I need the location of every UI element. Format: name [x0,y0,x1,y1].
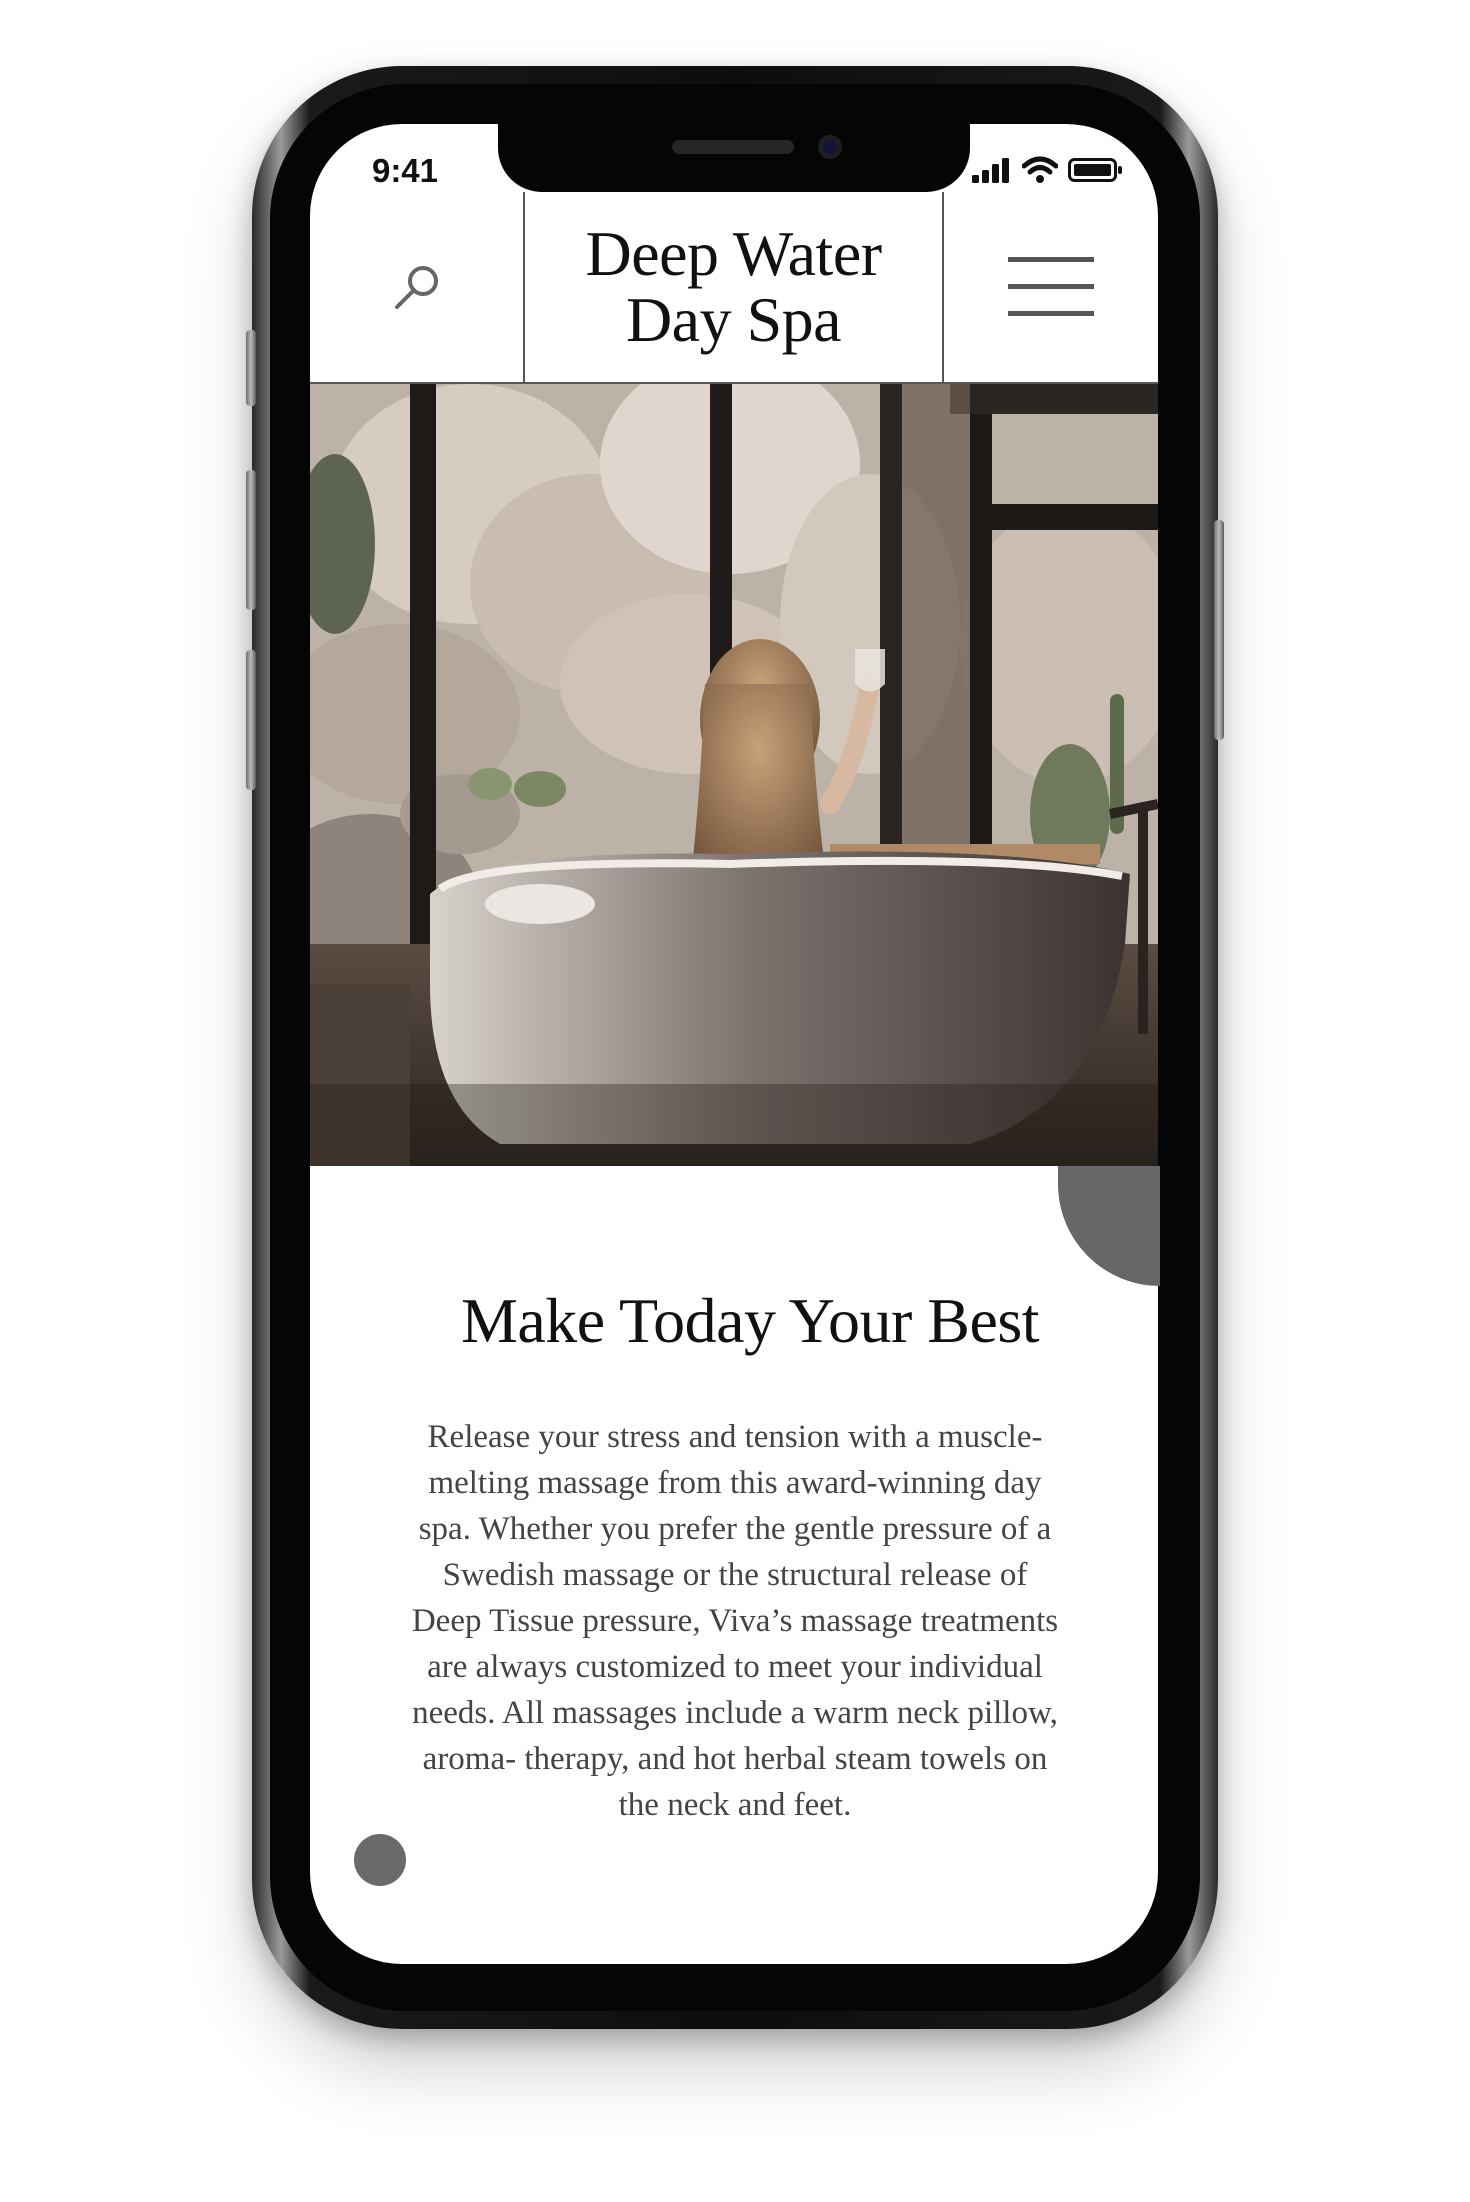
mute-switch [246,330,256,406]
decorative-dot [354,1834,406,1886]
wifi-icon [1022,156,1058,183]
woman-in-bathtub-photo [310,384,1158,1166]
phone-screen: 9:41 Deep Water Day Spa Make Today Your … [310,124,1158,1964]
search-button[interactable] [310,192,525,382]
speaker-grille [672,140,794,154]
battery-icon [1068,158,1122,182]
section-body-text: Release your stress and tension with a m… [411,1419,1059,1823]
volume-up-button [246,470,256,610]
status-time: 9:41 [371,152,439,189]
site-header: Deep Water Day Spa [310,192,1158,384]
hero-image [310,384,1158,1166]
hamburger-menu-icon [1008,257,1094,316]
brand-logo[interactable]: Deep Water Day Spa [525,192,944,382]
power-button [1214,520,1224,740]
brand-name-line-1: Deep Water [585,218,882,289]
menu-button[interactable] [944,192,1158,382]
search-icon [394,266,438,309]
section-headline: Make Today Your Best [460,1285,1040,1356]
status-icons [972,156,1124,184]
front-camera [818,135,842,159]
notch [498,124,970,192]
signal-icon [972,158,1009,183]
brand-name-line-2: Day Spa [625,284,842,355]
volume-down-button [246,650,256,790]
